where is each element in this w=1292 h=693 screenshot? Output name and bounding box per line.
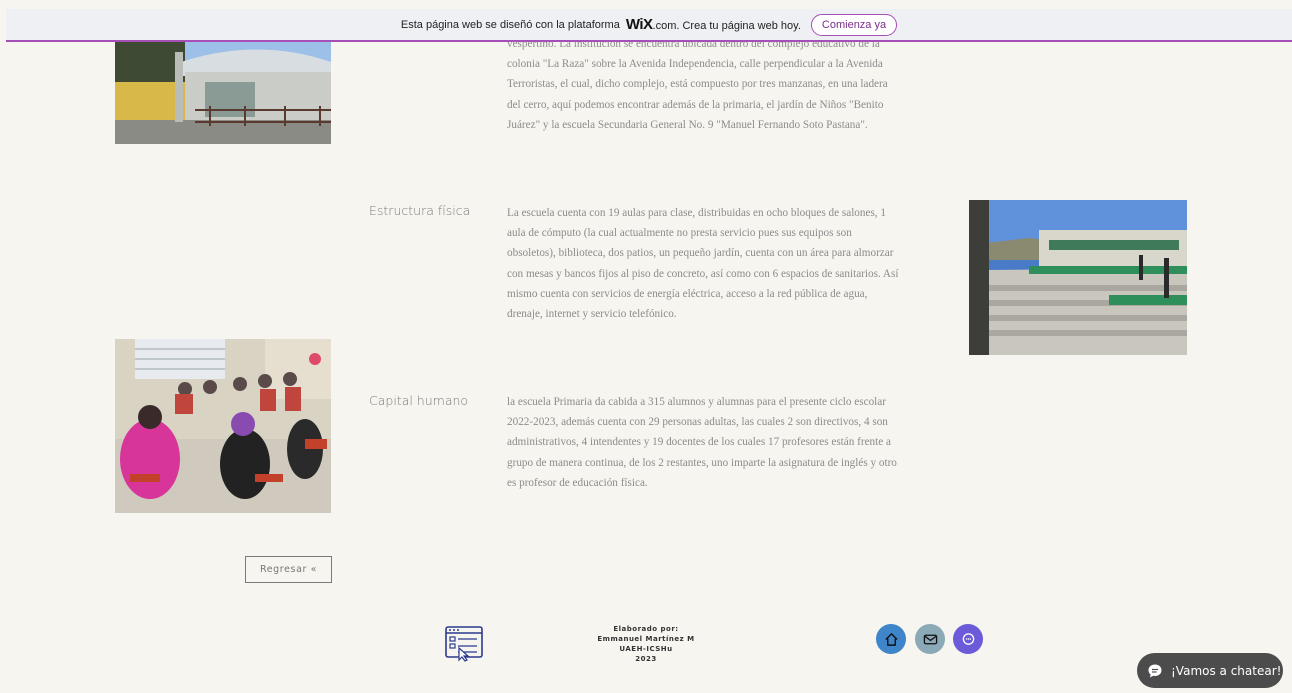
wix-logo[interactable]: WiX — [626, 16, 653, 33]
classroom-photo — [115, 339, 331, 513]
capital-paragraph: la escuela Primaria da cabida a 315 alum… — [507, 396, 897, 489]
footer-line-2: Emmanuel Martínez M — [597, 635, 695, 643]
chat-bubble-icon — [962, 632, 974, 645]
home-button[interactable] — [876, 624, 906, 654]
start-now-button[interactable]: Comienza ya — [810, 13, 898, 36]
wix-banner: Esta página web se diseñó con la platafo… — [6, 9, 1292, 42]
footer-line-3: UAEH-ICSHu — [619, 645, 673, 653]
footer-line-1: Elaborado por: — [613, 625, 679, 633]
banner-text: Esta página web se diseñó con la platafo… — [400, 18, 620, 31]
chat-button[interactable] — [953, 624, 983, 654]
section-label-capital: Capital humano — [369, 393, 469, 408]
footer-line-4: 2023 — [635, 655, 657, 663]
context-paragraph: vespertino. La institución se encuentra … — [507, 38, 888, 131]
chat-icon — [1148, 664, 1162, 677]
school-stairs-photo — [969, 200, 1187, 355]
banner-text-after: .com. Crea tu página web hoy. — [652, 20, 801, 32]
web-form-icon — [445, 626, 483, 662]
section-label-structure: Estructura física — [369, 203, 471, 218]
mail-icon — [923, 634, 937, 644]
chat-widget-button[interactable]: ¡Vamos a chatear! — [1137, 653, 1283, 688]
structure-paragraph: La escuela cuenta con 19 aulas para clas… — [507, 207, 899, 321]
home-icon — [884, 632, 898, 646]
school-entrance-photo — [115, 42, 331, 144]
footer-credits: Elaborado por: Emmanuel Martínez M UAEH-… — [596, 624, 696, 664]
back-button[interactable]: Regresar « — [245, 556, 332, 583]
chat-widget-label: ¡Vamos a chatear! — [1171, 663, 1282, 678]
mail-button[interactable] — [915, 624, 945, 654]
